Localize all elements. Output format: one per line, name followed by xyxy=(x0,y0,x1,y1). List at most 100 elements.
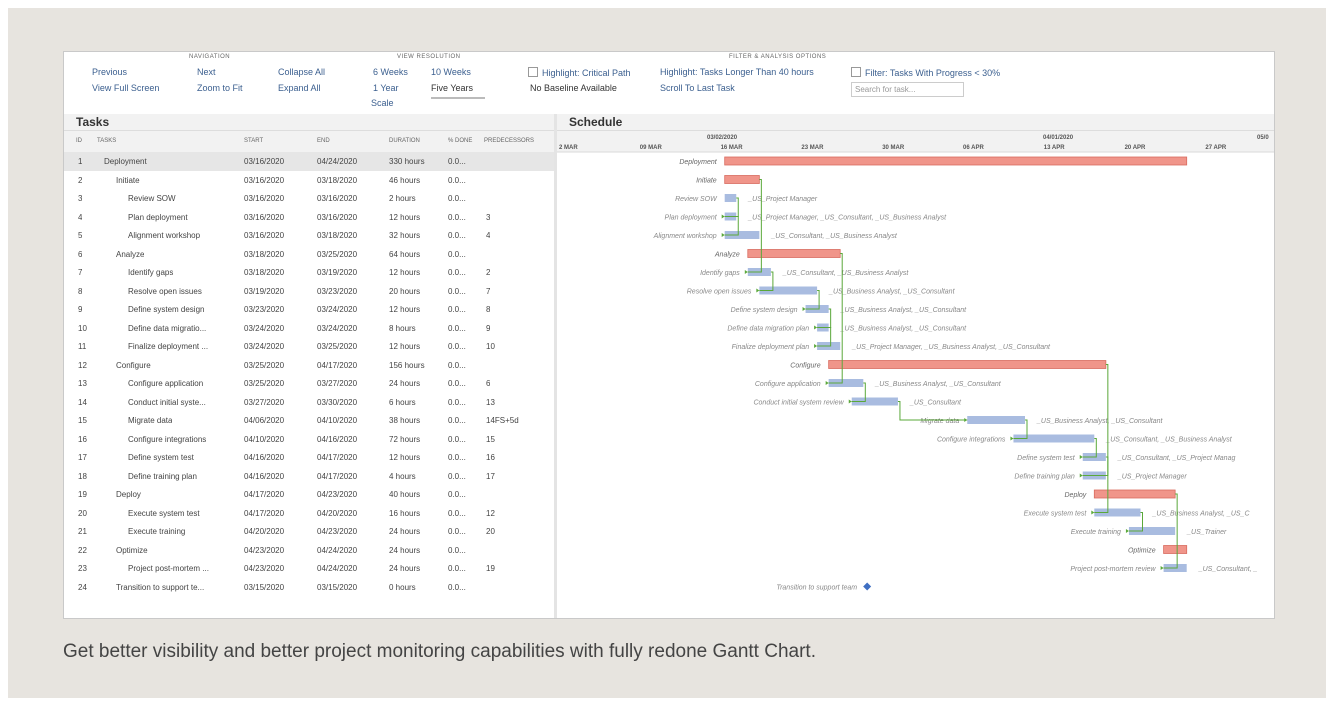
task-pred-cell: 20 xyxy=(486,527,495,536)
task-name-cell: Optimize xyxy=(116,545,148,555)
one-year-button[interactable]: 1 Year xyxy=(373,83,399,93)
task-end-cell: 04/24/2020 xyxy=(317,545,358,555)
dependency-arrow-icon xyxy=(814,325,818,330)
table-row[interactable]: 4 Plan deployment 03/16/2020 03/16/2020 12 h… xyxy=(64,208,554,227)
table-row[interactable]: 21 Execute training 04/20/2020 04/23/2020 24… xyxy=(64,522,554,541)
task-id-cell: 9 xyxy=(78,305,83,314)
table-row[interactable]: 20 Execute system test 04/17/2020 04/20/202… xyxy=(64,504,554,523)
bar-label: Alignment workshop xyxy=(653,233,717,240)
table-row[interactable]: 16 Configure integrations 04/10/2020 04/16/… xyxy=(64,430,554,449)
collapse-all-button[interactable]: Collapse All xyxy=(278,67,325,77)
month-label: 03/02/2020 xyxy=(707,135,738,141)
col-end[interactable]: END xyxy=(317,138,330,144)
task-duration-cell: 72 hours xyxy=(389,434,421,444)
col-id[interactable]: ID xyxy=(76,138,82,144)
task-duration-cell: 20 hours xyxy=(389,286,421,296)
schedule-pane: 03/02/2020 04/01/2020 05/0 2 MAR 09 MAR 16 MA… xyxy=(557,131,1274,618)
milestone-marker[interactable] xyxy=(863,582,872,591)
task-pct-cell: 0.0... xyxy=(448,564,466,573)
bar-label: Define system design xyxy=(731,307,798,314)
previous-button[interactable]: Previous xyxy=(92,67,127,77)
task-start-cell: 04/20/2020 xyxy=(244,527,285,536)
highlight-long-tasks-button[interactable]: Highlight: Tasks Longer Than 40 hours xyxy=(660,67,814,77)
table-row[interactable]: 19 Deploy 04/17/2020 04/23/2020 40 hours 0.0.… xyxy=(64,485,554,504)
task-pct-cell: 0.0... xyxy=(448,379,466,388)
resource-label: _US_Project Manager xyxy=(1117,474,1188,481)
filter-progress-toggle[interactable]: Filter: Tasks With Progress < 30% xyxy=(851,67,1000,78)
table-row[interactable]: 12 Configure 03/25/2020 04/17/2020 156 hours… xyxy=(64,356,554,375)
col-pct-done[interactable]: % DONE xyxy=(448,138,472,144)
resource-label: _US_Consultant, _US_Project Manag xyxy=(1117,455,1236,462)
task-name-cell: Define data migratio... xyxy=(128,323,207,333)
task-pred-cell: 19 xyxy=(486,564,495,573)
task-bar[interactable] xyxy=(967,416,1025,424)
week-label: 20 APR xyxy=(1125,145,1146,151)
task-name-cell: Configure application xyxy=(128,379,204,388)
view-full-screen-button[interactable]: View Full Screen xyxy=(92,83,159,93)
col-tasks[interactable]: TASKS xyxy=(97,138,116,144)
task-pred-cell: 8 xyxy=(486,305,491,314)
table-row[interactable]: 8 Resolve open issues 03/19/2020 03/23/2020… xyxy=(64,282,554,301)
table-row[interactable]: 23 Project post-mortem ... 04/23/2020 04/24… xyxy=(64,559,554,578)
expand-all-button[interactable]: Expand All xyxy=(278,83,321,93)
navigation-title: NAVIGATION xyxy=(189,54,231,60)
ten-weeks-button[interactable]: 10 Weeks xyxy=(431,67,471,77)
task-id-cell: 17 xyxy=(78,453,87,462)
next-button[interactable]: Next xyxy=(197,67,216,77)
table-row[interactable]: 13 Configure application 03/25/2020 03/27/2… xyxy=(64,374,554,393)
col-predecessors[interactable]: PREDECESSORS xyxy=(484,138,534,144)
table-row[interactable]: 11 Finalize deployment ... 03/24/2020 03/25… xyxy=(64,337,554,356)
resource-label: _US_Project Manager, _US_Business Analys… xyxy=(851,344,1051,351)
five-years-button[interactable]: Five Years xyxy=(431,83,485,99)
task-pct-cell: 0.0... xyxy=(448,471,466,481)
scroll-to-last-task-button[interactable]: Scroll To Last Task xyxy=(660,83,735,93)
table-row[interactable]: 15 Migrate data 04/06/2020 04/10/2020 38 hou… xyxy=(64,411,554,430)
table-row[interactable]: 9 Define system design 03/23/2020 03/24/202… xyxy=(64,300,554,319)
table-row[interactable]: 5 Alignment workshop 03/16/2020 03/18/2020 3… xyxy=(64,226,554,245)
task-start-cell: 03/27/2020 xyxy=(244,397,285,407)
col-start[interactable]: START xyxy=(244,138,263,144)
task-end-cell: 04/17/2020 xyxy=(317,453,358,462)
summary-bar[interactable] xyxy=(724,156,1188,166)
table-row[interactable]: 10 Define data migratio... 03/24/2020 03/24… xyxy=(64,319,554,338)
table-row[interactable]: 18 Define training plan 04/16/2020 04/17/20… xyxy=(64,467,554,486)
summary-bar[interactable] xyxy=(1163,545,1188,554)
bar-label: Define system test xyxy=(1017,455,1076,462)
bar-label: Configure xyxy=(790,363,820,370)
bar-label: Deploy xyxy=(1065,492,1087,499)
task-pct-cell: 0.0... xyxy=(448,416,466,425)
task-end-cell: 04/17/2020 xyxy=(317,360,358,370)
task-bar[interactable] xyxy=(724,194,737,202)
table-row[interactable]: 17 Define system test 04/16/2020 04/17/2020… xyxy=(64,448,554,467)
task-id-cell: 18 xyxy=(78,471,87,481)
summary-bar[interactable] xyxy=(828,360,1107,369)
checkbox-icon xyxy=(528,67,538,77)
table-row[interactable]: 14 Conduct initial syste... 03/27/2020 03/3… xyxy=(64,393,554,412)
task-duration-cell: 12 hours xyxy=(389,212,421,222)
table-row[interactable]: 7 Identify gaps 03/18/2020 03/19/2020 12 hou… xyxy=(64,263,554,282)
resource-label: _US_Business Analyst, _US_Consultant xyxy=(840,307,967,314)
table-row[interactable]: 1 Deployment 03/16/2020 04/24/2020 330 hours… xyxy=(64,152,554,171)
caption: Get better visibility and better project… xyxy=(63,641,816,662)
highlight-critical-path-toggle[interactable]: Highlight: Critical Path xyxy=(528,67,631,78)
task-id-cell: 14 xyxy=(78,397,87,407)
table-row[interactable]: 2 Initiate 03/16/2020 03/18/2020 46 hours 0.0… xyxy=(64,171,554,190)
summary-bar[interactable] xyxy=(1093,489,1176,499)
task-pct-cell: 0.0... xyxy=(448,582,466,592)
table-row[interactable]: 6 Analyze 03/18/2020 03/25/2020 64 hours 0.0.… xyxy=(64,245,554,264)
task-duration-cell: 12 hours xyxy=(389,305,421,314)
task-duration-cell: 4 hours xyxy=(389,471,416,481)
bar-label: Configure application xyxy=(755,381,821,388)
six-weeks-button[interactable]: 6 Weeks xyxy=(373,67,408,77)
search-input[interactable]: Search for task... xyxy=(851,82,964,97)
task-name-cell: Finalize deployment ... xyxy=(128,342,209,351)
summary-bar[interactable] xyxy=(724,175,760,184)
zoom-to-fit-button[interactable]: Zoom to Fit xyxy=(197,83,243,93)
dependency-arrow-icon xyxy=(1010,436,1014,441)
table-row[interactable]: 24 Transition to support te... 03/15/2020 0… xyxy=(64,578,554,597)
col-duration[interactable]: DURATION xyxy=(389,138,420,144)
table-row[interactable]: 22 Optimize 04/23/2020 04/24/2020 24 hours 0.… xyxy=(64,541,554,560)
bar-label: Define training plan xyxy=(1014,474,1074,481)
task-pct-cell: 0.0... xyxy=(448,342,466,351)
table-row[interactable]: 3 Review SOW 03/16/2020 03/16/2020 2 hours 0.… xyxy=(64,189,554,208)
